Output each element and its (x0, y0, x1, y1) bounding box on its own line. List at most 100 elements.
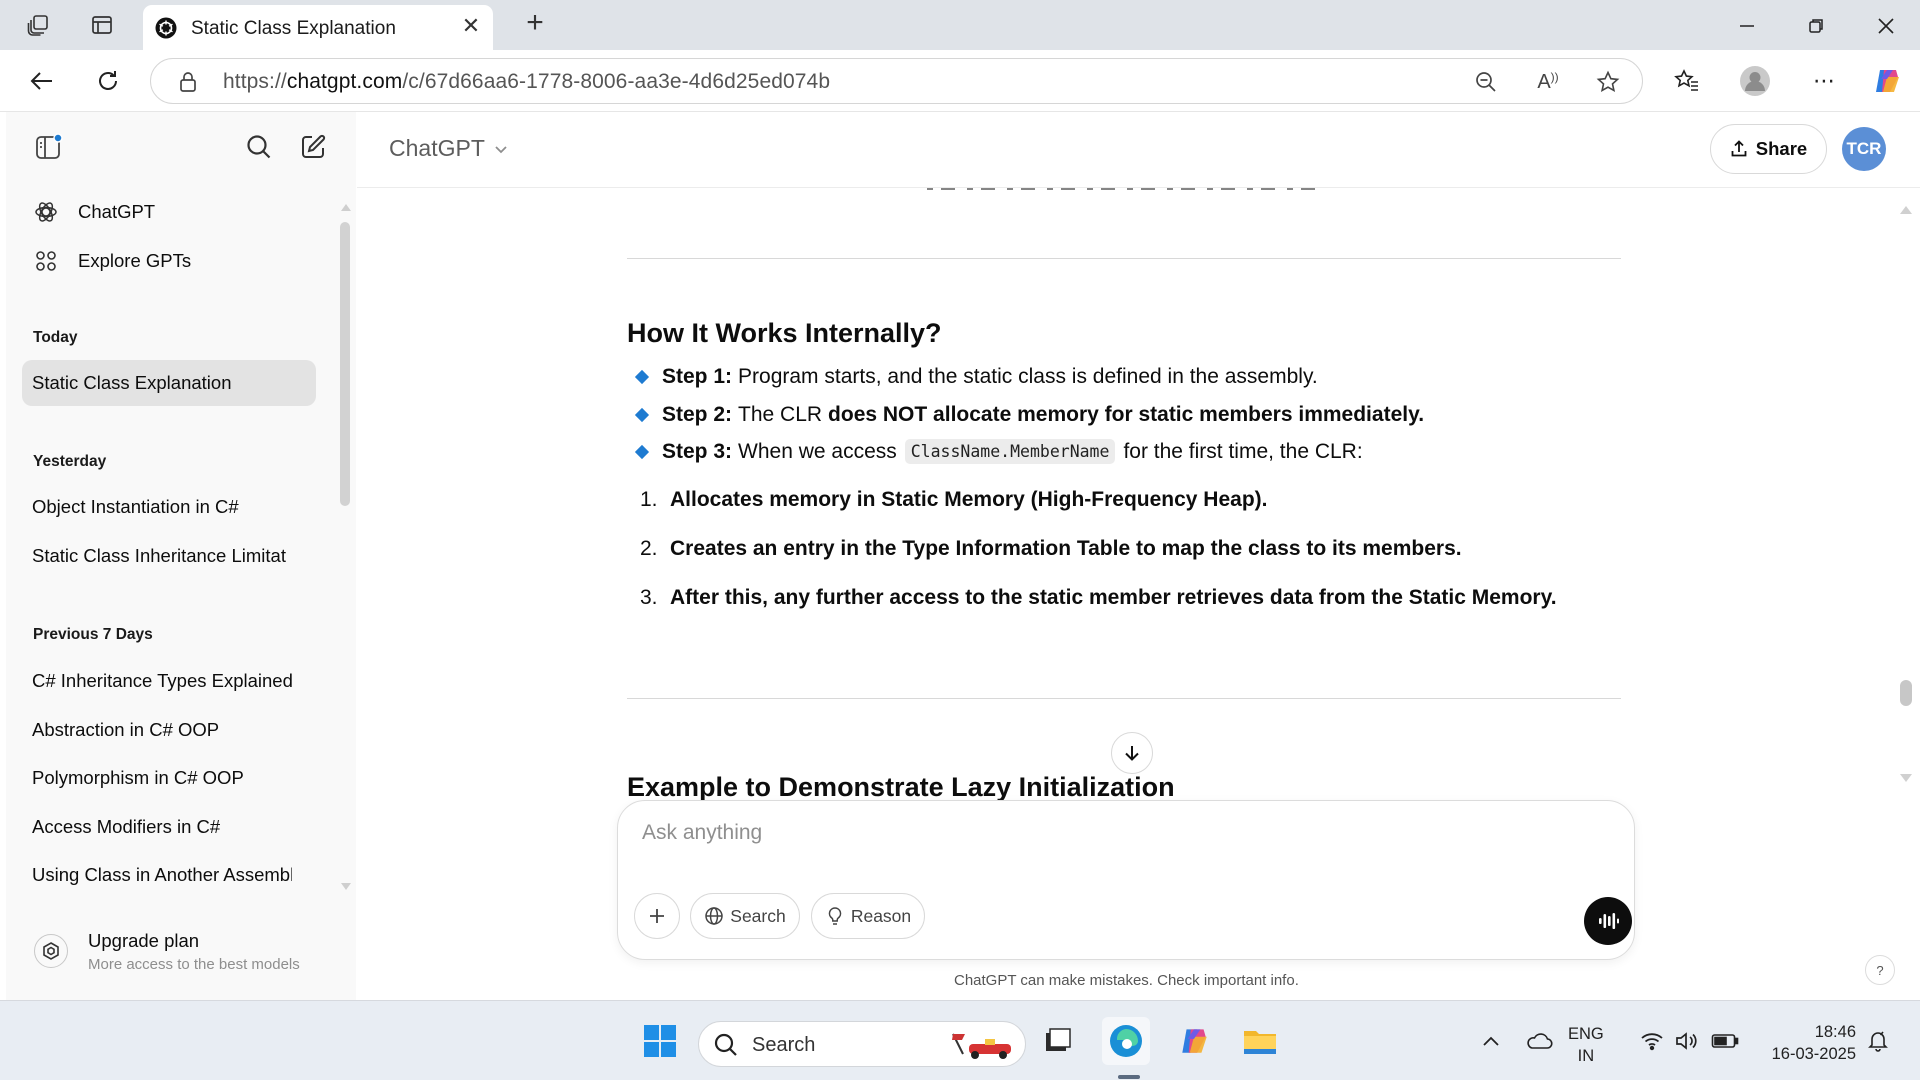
profile-icon[interactable] (1738, 64, 1772, 98)
plus-icon (650, 909, 664, 923)
inline-code: ClassName.MemberName (904, 439, 1116, 464)
taskbar-search[interactable]: Search (698, 1021, 1026, 1067)
sidebar-scrollbar[interactable] (340, 222, 350, 506)
chat-item[interactable]: C# Inheritance Types Explained (22, 658, 292, 704)
diamond-bullet-icon (634, 369, 650, 385)
user-avatar[interactable]: TCR (1842, 127, 1886, 171)
sidebar-item-explore-gpts[interactable]: Explore GPTs (32, 241, 191, 281)
url-text: https://chatgpt.com/c/67d66aa6-1778-8006… (223, 70, 831, 93)
main-panel: ChatGPT Share TCR How It Works Internall… (357, 112, 1920, 1000)
tab-static-class[interactable]: Static Class Explanation ✕ (143, 5, 493, 50)
globe-icon (705, 907, 724, 925)
group-heading-today: Today (33, 329, 78, 346)
model-name: ChatGPT (389, 135, 485, 161)
active-app-indicator (1118, 1075, 1140, 1079)
search-button[interactable]: Search (690, 893, 800, 939)
browser-tabstrip: Static Class Explanation ✕ + (0, 0, 1920, 50)
step-3: Step 3: When we access ClassName.MemberNam… (634, 439, 1363, 464)
notification-bell-icon[interactable] (1864, 1021, 1892, 1061)
help-button[interactable]: ? (1865, 955, 1895, 985)
taskbar-clock[interactable]: 18:46 16-03-2025 (1760, 1021, 1856, 1065)
share-button[interactable]: Share (1710, 124, 1827, 174)
file-explorer-icon[interactable] (1236, 1017, 1284, 1065)
section-heading: How It Works Internally? (627, 318, 942, 348)
conversation: How It Works Internally? Step 1: Program … (357, 188, 1920, 800)
model-selector[interactable]: ChatGPT (389, 135, 509, 162)
scroll-to-bottom-button[interactable] (1111, 732, 1153, 774)
search-highlight-icon (952, 1033, 1011, 1059)
more-options-icon[interactable]: ⋯ (1807, 64, 1841, 98)
scroll-down-arrow-icon[interactable] (1898, 772, 1914, 784)
sidebar-item-chatgpt[interactable]: ChatGPT (32, 192, 155, 232)
step-1: Step 1: Program starts, and the static cl… (634, 365, 1318, 389)
content-scrollbar[interactable] (1900, 680, 1912, 706)
group-heading-yesterday: Yesterday (33, 453, 107, 470)
language-indicator[interactable]: ENG IN (1568, 1023, 1604, 1067)
numbered-item: 1. Allocates memory in Static Memory (Hig… (640, 488, 1268, 511)
close-tab-icon[interactable]: ✕ (459, 15, 483, 39)
chat-item-static-class-explanation[interactable]: Static Class Explanation (22, 360, 316, 406)
chat-item[interactable]: Access Modifiers in C# (22, 804, 316, 850)
time: 18:46 (1814, 1023, 1856, 1041)
zoom-out-icon[interactable] (1473, 69, 1499, 95)
new-chat-icon[interactable] (296, 130, 330, 164)
sidebar-item-label: ChatGPT (78, 201, 156, 222)
read-aloud-icon[interactable]: A)) (1535, 69, 1561, 95)
sidebar-item-label: Explore GPTs (78, 250, 192, 271)
lightbulb-icon (828, 907, 842, 925)
reason-button[interactable]: Reason (811, 893, 925, 939)
diamond-bullet-icon (634, 407, 650, 423)
openai-logo-icon (32, 198, 60, 226)
group-heading-previous-7-days: Previous 7 Days (33, 626, 153, 643)
search-chats-icon[interactable] (242, 130, 276, 164)
divider (627, 258, 1621, 259)
windows-start-icon[interactable] (636, 1017, 684, 1065)
favorite-star-icon[interactable] (1595, 69, 1621, 95)
chevron-down-icon (495, 145, 507, 153)
favorites-icon[interactable] (1670, 64, 1704, 98)
composer[interactable]: Ask anything Search Reason (617, 800, 1635, 960)
close-window-icon[interactable] (1872, 12, 1900, 40)
search-icon (714, 1033, 737, 1056)
chat-item[interactable]: Polymorphism in C# OOP (22, 755, 316, 801)
scroll-up-arrow-icon[interactable] (1898, 204, 1914, 216)
lock-icon[interactable] (179, 71, 197, 93)
numbered-item: 3. After this, any further access to the … (640, 586, 1557, 609)
refresh-icon[interactable] (91, 64, 125, 98)
new-tab-button[interactable]: + (520, 8, 550, 39)
sidebar: ChatGPT Explore GPTs Today Static Class … (6, 112, 356, 1000)
share-label: Share (1755, 138, 1808, 159)
back-arrow-icon[interactable] (25, 64, 59, 98)
chat-item[interactable]: Object Instantiation in C# (22, 484, 316, 530)
volume-icon[interactable] (1672, 1021, 1700, 1061)
wifi-icon[interactable] (1638, 1021, 1666, 1061)
restore-icon[interactable] (1802, 12, 1830, 40)
address-toolbar: https://chatgpt.com/c/67d66aa6-1778-8006… (0, 50, 1920, 112)
battery-icon[interactable] (1710, 1021, 1740, 1061)
sidebar-toggle-icon[interactable] (32, 130, 66, 164)
voice-mode-button[interactable] (1584, 897, 1632, 945)
edge-browser-icon[interactable] (1102, 1017, 1150, 1065)
upgrade-subtitle: More access to the best models (88, 956, 300, 973)
prompt-input[interactable]: Ask anything (642, 821, 762, 845)
diamond-bullet-icon (634, 444, 650, 459)
attach-button[interactable] (634, 893, 680, 939)
copilot-taskbar-icon[interactable] (1170, 1017, 1218, 1065)
chat-item[interactable]: Static Class Inheritance Limitat (22, 533, 292, 579)
url-field[interactable]: https://chatgpt.com/c/67d66aa6-1778-8006… (150, 58, 1643, 104)
scroll-up-arrow-icon[interactable] (340, 202, 352, 212)
next-section-heading: Example to Demonstrate Lazy Initializati… (627, 772, 1175, 800)
task-view-icon[interactable] (1034, 1017, 1082, 1065)
onedrive-icon[interactable] (1524, 1021, 1554, 1061)
scroll-down-arrow-icon[interactable] (340, 882, 352, 892)
minimize-icon[interactable] (1733, 12, 1761, 40)
chat-item[interactable]: Abstraction in C# OOP (22, 707, 316, 753)
chat-item[interactable]: Using Class in Another Assembly (22, 852, 292, 898)
show-hidden-icons[interactable] (1478, 1021, 1504, 1061)
tab-actions-icon[interactable] (88, 11, 116, 39)
step-2: Step 2: The CLR does NOT allocate memory f… (634, 403, 1424, 427)
chat-header: ChatGPT Share TCR (357, 112, 1920, 188)
workspaces-icon[interactable] (24, 11, 52, 39)
date: 16-03-2025 (1771, 1045, 1856, 1063)
copilot-icon[interactable] (1870, 64, 1904, 98)
